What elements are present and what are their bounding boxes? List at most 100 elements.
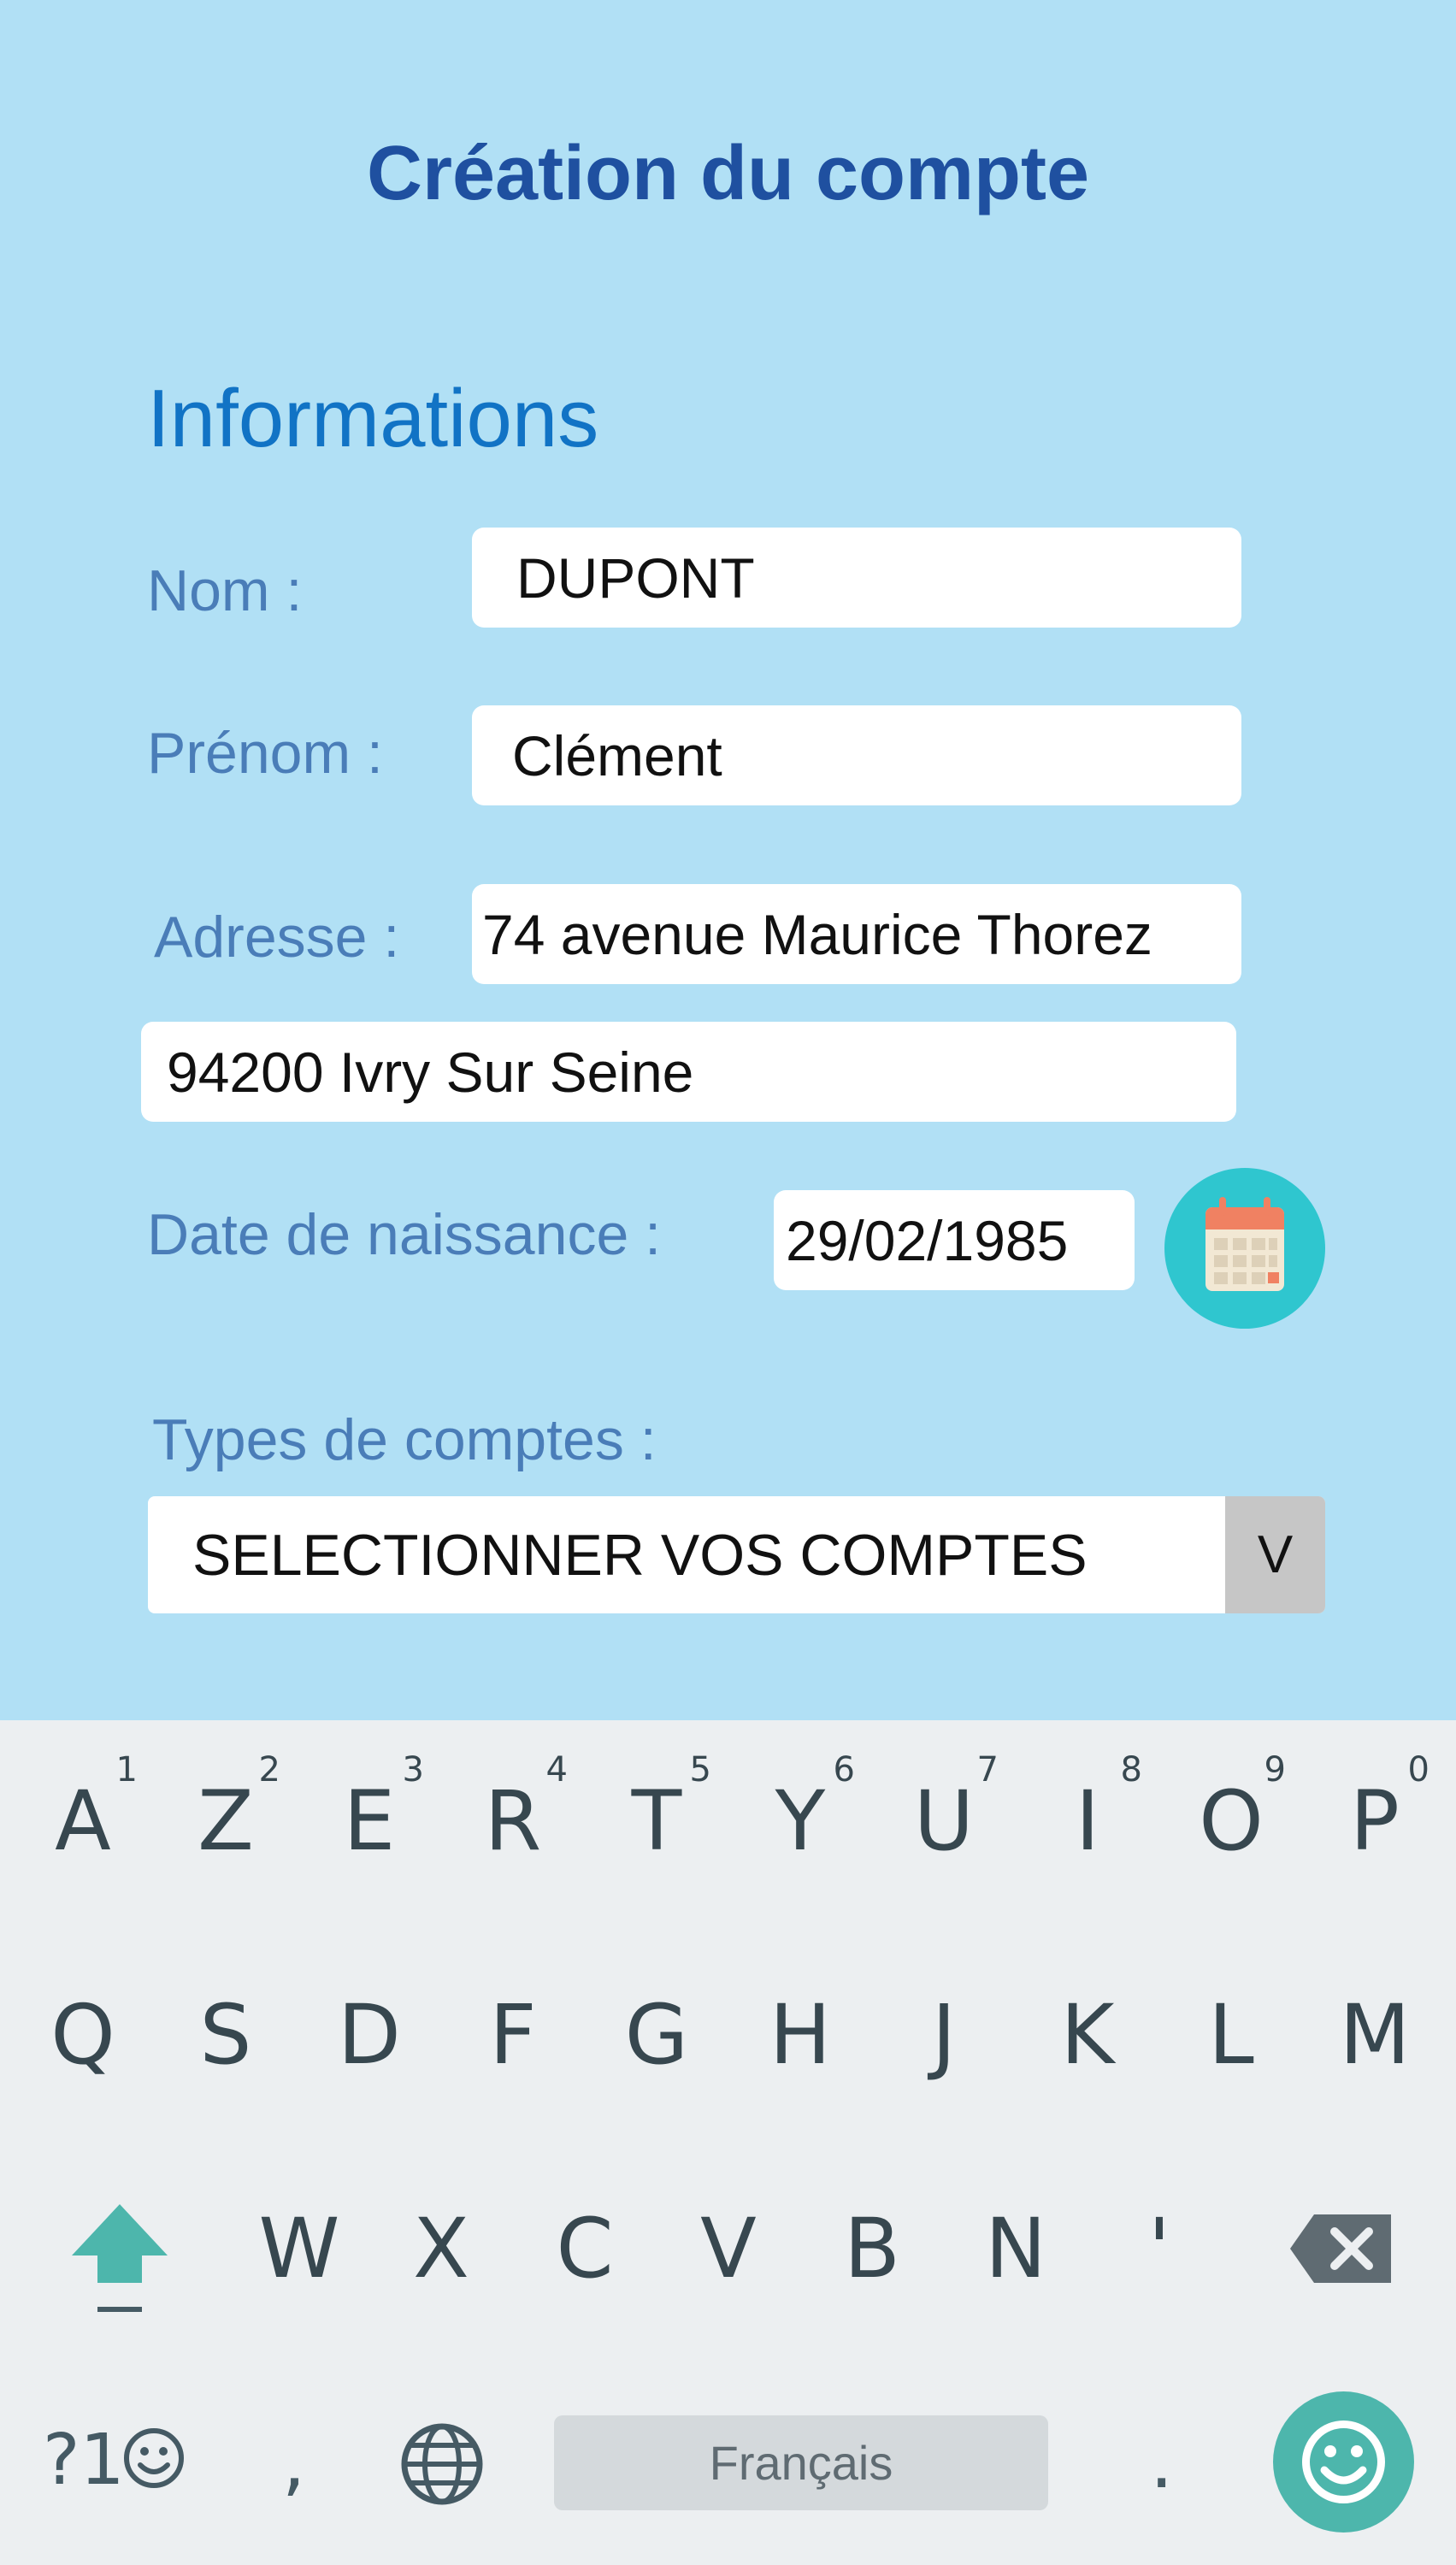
key-label: Z [197,1773,254,1869]
comma-key[interactable]: , [282,2420,305,2505]
shift-icon [72,2204,168,2312]
section-title: Informations [147,373,599,464]
key-b[interactable]: B [821,2197,923,2300]
key-label: C [556,2201,614,2297]
key-d[interactable]: D [318,1984,421,2086]
key-label: J [931,1987,957,2083]
backspace-key[interactable] [1287,2206,1398,2291]
date-naissance-field[interactable]: 29/02/1985 [774,1190,1135,1290]
comma-key-label: , [282,2420,306,2505]
key-f[interactable]: F [462,1984,564,2086]
key-number-hint: 7 [976,1750,999,1790]
adresse-label: Adresse : [154,905,400,970]
key-label: L [1208,1987,1254,2083]
key-g[interactable]: G [605,1984,708,2086]
key-number-hint: 4 [545,1750,568,1790]
symbols-key[interactable]: ?1 [43,2420,125,2501]
key-label: K [1060,1987,1115,2083]
key-label: F [489,1987,537,2083]
key-h[interactable]: H [749,1984,852,2086]
key-z[interactable]: Z2 [174,1753,280,1872]
backspace-icon [1290,2214,1391,2283]
key-a[interactable]: A1 [32,1753,138,1872]
key-n[interactable]: N [964,2197,1067,2300]
key-label: I [1075,1773,1100,1869]
space-key[interactable]: Français [554,2415,1048,2510]
key-label: E [343,1773,396,1869]
prenom-value: Clément [512,723,722,787]
key-label: H [769,1987,832,2083]
key-label: R [484,1773,542,1869]
key-label: ' [1147,2201,1171,2297]
date-naissance-label: Date de naissance : [147,1202,662,1267]
key-o[interactable]: O9 [1180,1753,1286,1872]
space-key-label: Français [709,2436,893,2490]
adresse-line1-field[interactable]: 74 avenue Maurice Thorez [472,884,1241,984]
key-p[interactable]: P0 [1323,1753,1429,1872]
adresse-line2-value: 94200 Ivry Sur Seine [167,1040,694,1104]
globe-icon [401,2423,483,2505]
key-label: U [913,1773,975,1869]
symbols-key-label: ?1 [43,2420,125,2501]
key-s[interactable]: S [174,1984,277,2086]
key-x[interactable]: X [390,2197,492,2300]
key-r[interactable]: R4 [462,1753,568,1872]
key-w[interactable]: W [248,2197,351,2300]
key-label: Y [775,1773,826,1869]
key-label: O [1199,1773,1264,1869]
emoji-icon [1302,2421,1385,2503]
adresse-line1-value: 74 avenue Maurice Thorez [482,902,1152,966]
key-label: W [258,2201,340,2297]
key-k[interactable]: K [1036,1984,1139,2086]
key-c[interactable]: C [533,2197,636,2300]
select-arrow-button[interactable]: V [1225,1496,1325,1613]
key-apostrophe[interactable]: ' [1108,2197,1211,2300]
shift-key[interactable] [60,2197,180,2326]
key-number-hint: 5 [689,1750,711,1790]
key-number-hint: 3 [402,1750,424,1790]
key-label: S [199,1987,252,2083]
calendar-button[interactable] [1164,1168,1325,1329]
account-type-select[interactable]: SELECTIONNER VOS COMPTES V [148,1496,1325,1613]
language-key[interactable] [398,2420,486,2509]
key-y[interactable]: Y6 [749,1753,855,1872]
key-label: M [1339,1987,1411,2083]
key-label: P [1350,1773,1400,1869]
key-number-hint: 0 [1407,1750,1429,1790]
key-label: A [55,1773,111,1869]
key-number-hint: 8 [1120,1750,1142,1790]
calendar-icon [1205,1197,1284,1291]
key-l[interactable]: L [1180,1984,1282,2086]
key-e[interactable]: E3 [318,1753,424,1872]
date-naissance-value: 29/02/1985 [786,1208,1069,1272]
key-j[interactable]: J [893,1984,995,2086]
key-label: X [413,2201,469,2297]
key-number-hint: 1 [115,1750,138,1790]
key-label: V [700,2201,757,2297]
key-u[interactable]: U7 [893,1753,999,1872]
prenom-field[interactable]: Clément [472,705,1241,805]
key-label: Q [50,1987,115,2083]
key-label: N [985,2201,1046,2297]
nom-value: DUPONT [516,545,755,610]
period-key[interactable]: . [1150,2420,1173,2505]
period-key-label: . [1150,2420,1174,2505]
key-number-hint: 2 [258,1750,280,1790]
key-v[interactable]: V [677,2197,780,2300]
key-number-hint: 6 [833,1750,855,1790]
key-i[interactable]: I8 [1036,1753,1142,1872]
types-comptes-label: Types de comptes : [152,1407,657,1472]
emoji-key[interactable] [1273,2391,1414,2533]
key-label: D [338,1987,401,2083]
key-q[interactable]: Q [32,1984,134,2086]
key-m[interactable]: M [1323,1984,1426,2086]
key-label: T [631,1773,682,1869]
key-label: G [624,1987,689,2083]
key-number-hint: 9 [1264,1750,1286,1790]
symbols-emoji-hint [120,2424,188,2492]
adresse-line2-field[interactable]: 94200 Ivry Sur Seine [141,1022,1236,1122]
nom-field[interactable]: DUPONT [472,528,1241,628]
small-smiley-icon [124,2428,184,2488]
page-title: Création du compte [366,131,1090,216]
key-t[interactable]: T5 [605,1753,711,1872]
